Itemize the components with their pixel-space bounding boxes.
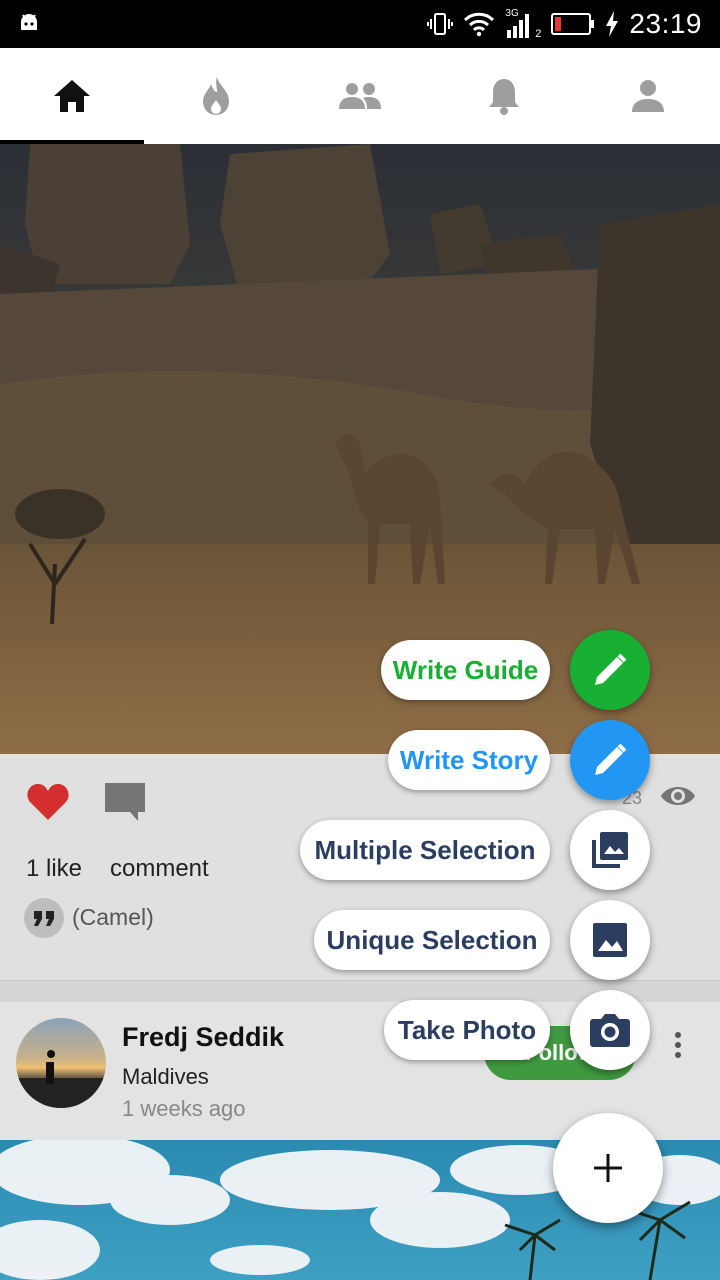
- charging-icon: [606, 11, 619, 37]
- vibrate-icon: [427, 13, 454, 35]
- image-icon: [593, 923, 627, 957]
- write-story-label[interactable]: Write Story: [388, 730, 550, 790]
- tab-notifications[interactable]: [432, 48, 576, 144]
- write-story-button[interactable]: [570, 720, 650, 800]
- battery-icon: [551, 13, 595, 35]
- take-photo-button[interactable]: [570, 990, 650, 1070]
- top-tab-bar: [0, 48, 720, 144]
- take-photo-label[interactable]: Take Photo: [384, 1000, 550, 1060]
- tab-trending[interactable]: [144, 48, 288, 144]
- sim-number: 2: [535, 28, 542, 40]
- author-name[interactable]: Fredj Seddik: [122, 1022, 284, 1053]
- person-icon: [632, 80, 664, 112]
- post-caption: (Camel): [72, 904, 154, 930]
- quote-icon: [24, 898, 64, 938]
- multiple-selection-button[interactable]: [570, 810, 650, 890]
- signal-icon: 3G 2: [505, 8, 542, 40]
- unique-selection-label[interactable]: Unique Selection: [314, 910, 550, 970]
- like-heart-icon[interactable]: [26, 782, 70, 822]
- write-guide-label[interactable]: Write Guide: [381, 640, 550, 700]
- multiple-selection-label[interactable]: Multiple Selection: [300, 820, 550, 880]
- author-location: Maldives: [122, 1064, 209, 1089]
- comment-link[interactable]: comment: [110, 855, 209, 883]
- photo-library-icon: [592, 832, 628, 868]
- home-icon: [54, 80, 90, 112]
- android-icon: [21, 14, 37, 30]
- plus-icon: [594, 1154, 622, 1182]
- tab-profile[interactable]: [576, 48, 720, 144]
- camera-icon: [590, 1014, 630, 1047]
- fire-icon: [203, 77, 229, 115]
- eye-icon: [661, 787, 695, 805]
- likes-count[interactable]: 1 like: [26, 855, 82, 883]
- bell-icon: [489, 79, 519, 115]
- comment-icon[interactable]: [104, 782, 146, 822]
- write-guide-button[interactable]: [570, 630, 650, 710]
- avatar[interactable]: [16, 1018, 106, 1108]
- people-icon: [339, 83, 381, 109]
- pencil-icon: [595, 743, 627, 775]
- post-time: 1 weeks ago: [122, 1096, 246, 1121]
- unique-selection-button[interactable]: [570, 900, 650, 980]
- more-options-icon[interactable]: [670, 1030, 686, 1060]
- wifi-icon: [464, 12, 495, 37]
- status-time: 23:19: [629, 8, 702, 39]
- fab-close-button[interactable]: [553, 1113, 663, 1223]
- pencil-icon: [595, 653, 627, 685]
- tab-friends[interactable]: [288, 48, 432, 144]
- tab-home[interactable]: [0, 48, 144, 144]
- status-bar: 3G 2 23:19: [0, 0, 720, 48]
